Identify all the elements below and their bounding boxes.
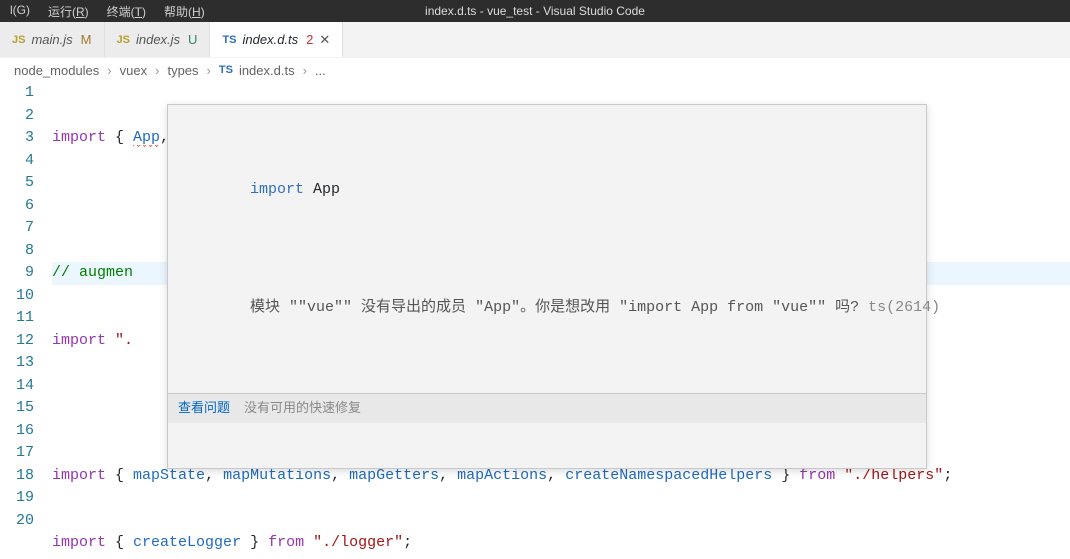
line-number: 14 bbox=[0, 375, 34, 398]
line-number: 18 bbox=[0, 465, 34, 488]
tab-label: main.js bbox=[31, 32, 72, 47]
crumb[interactable]: vuex bbox=[120, 63, 147, 78]
crumb[interactable]: node_modules bbox=[14, 63, 99, 78]
line-number: 2 bbox=[0, 105, 34, 128]
menu-item[interactable]: l(G) bbox=[4, 1, 36, 22]
tooltip-message: 模块 ""vue"" 没有导出的成员 "App"。你是想改用 "import A… bbox=[168, 273, 926, 349]
line-number: 12 bbox=[0, 330, 34, 353]
crumb[interactable]: index.d.ts bbox=[239, 63, 295, 78]
line-number: 15 bbox=[0, 397, 34, 420]
line-number: 5 bbox=[0, 172, 34, 195]
tooltip-actions: 查看问题 没有可用的快速修复 bbox=[168, 393, 926, 423]
code-line[interactable]: import { createLogger } from "./logger"; bbox=[52, 532, 1070, 555]
chevron-right-icon bbox=[301, 63, 309, 78]
line-number: 11 bbox=[0, 307, 34, 330]
hover-tooltip: import App 模块 ""vue"" 没有导出的成员 "App"。你是想改… bbox=[167, 104, 927, 469]
line-number: 16 bbox=[0, 420, 34, 443]
line-number: 4 bbox=[0, 150, 34, 173]
line-number: 13 bbox=[0, 352, 34, 375]
app-menu: l(G) 运行(R) 终端(T) 帮助(H) bbox=[0, 1, 211, 22]
no-fix-label: 没有可用的快速修复 bbox=[244, 397, 361, 420]
titlebar: l(G) 运行(R) 终端(T) 帮助(H) index.d.ts - vue_… bbox=[0, 0, 1070, 22]
editor-scrollbar[interactable] bbox=[1056, 164, 1070, 559]
error-count: 2 bbox=[304, 32, 313, 47]
ts-icon: TS bbox=[222, 34, 236, 46]
line-number: 10 bbox=[0, 285, 34, 308]
breadcrumb[interactable]: node_modules vuex types TS index.d.ts ..… bbox=[0, 58, 1070, 82]
menu-item-help[interactable]: 帮助(H) bbox=[158, 1, 211, 22]
chevron-right-icon bbox=[153, 63, 161, 78]
ts-icon: TS bbox=[219, 64, 233, 76]
tooltip-signature: import App bbox=[168, 150, 926, 228]
scm-mark: M bbox=[79, 32, 92, 47]
line-number: 9 bbox=[0, 262, 34, 285]
line-number: 20 bbox=[0, 510, 34, 533]
line-number: 17 bbox=[0, 442, 34, 465]
js-icon: JS bbox=[117, 34, 130, 46]
line-number-gutter: 1234567891011121314151617181920 bbox=[0, 82, 52, 559]
tab-index-d-ts[interactable]: TS index.d.ts 2 ✕ bbox=[210, 22, 343, 57]
menu-item-run[interactable]: 运行(R) bbox=[42, 1, 95, 22]
view-problem-link[interactable]: 查看问题 bbox=[178, 397, 230, 420]
js-icon: JS bbox=[12, 34, 25, 46]
menu-item-terminal[interactable]: 终端(T) bbox=[101, 1, 152, 22]
chevron-right-icon bbox=[205, 63, 213, 78]
close-icon[interactable]: ✕ bbox=[319, 32, 330, 48]
line-number: 8 bbox=[0, 240, 34, 263]
chevron-right-icon bbox=[105, 63, 113, 78]
line-number: 19 bbox=[0, 487, 34, 510]
line-number: 6 bbox=[0, 195, 34, 218]
tab-label: index.js bbox=[136, 32, 180, 47]
line-number: 7 bbox=[0, 217, 34, 240]
code-area[interactable]: import { App, WatchOptions, InjectionKey… bbox=[52, 82, 1070, 559]
tab-main-js[interactable]: JS main.js M bbox=[0, 22, 105, 57]
crumb[interactable]: types bbox=[167, 63, 198, 78]
tab-index-js[interactable]: JS index.js U bbox=[105, 22, 211, 57]
editor[interactable]: 1234567891011121314151617181920 import {… bbox=[0, 82, 1070, 559]
crumb[interactable]: ... bbox=[315, 63, 326, 78]
line-number: 1 bbox=[0, 82, 34, 105]
line-number: 3 bbox=[0, 127, 34, 150]
tab-label: index.d.ts bbox=[243, 32, 299, 47]
tabstrip: JS main.js M JS index.js U TS index.d.ts… bbox=[0, 22, 1070, 58]
scm-mark: U bbox=[186, 32, 197, 47]
